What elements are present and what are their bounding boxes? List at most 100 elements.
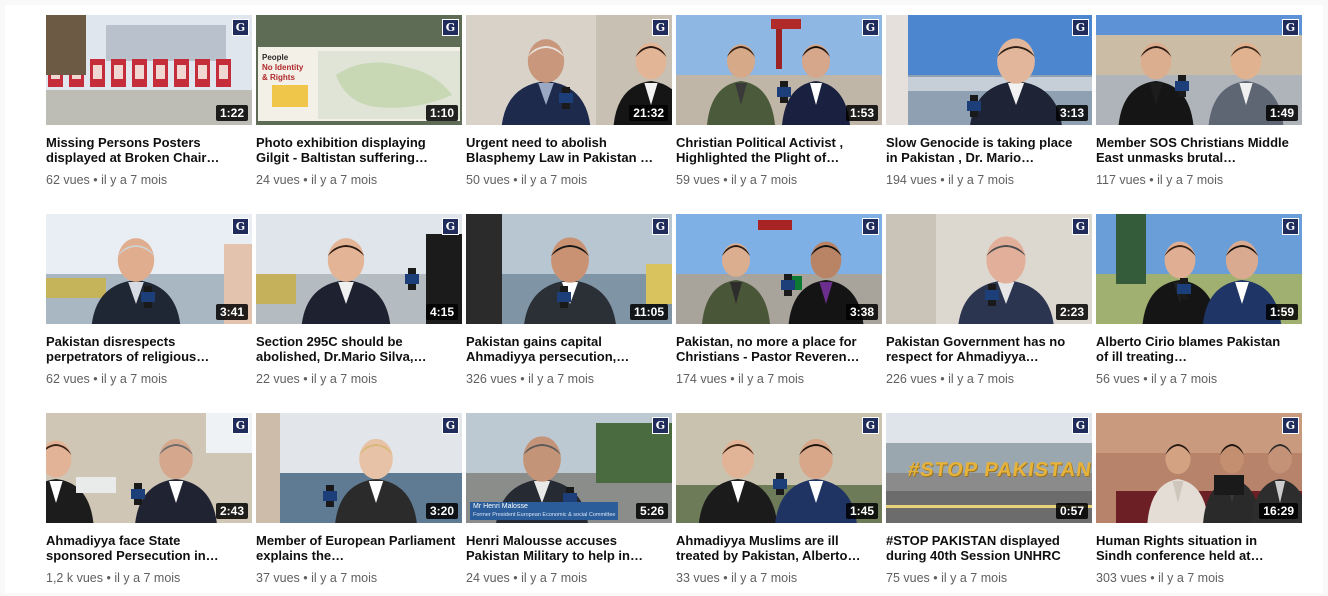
microphone-flag xyxy=(781,280,795,290)
video-meta: 24 vues • il y a 7 mois xyxy=(256,173,378,187)
video-thumbnail[interactable]: G 1:22 xyxy=(46,15,252,125)
video-title[interactable]: Photo exhibition displaying Gilgit - Bal… xyxy=(256,135,456,165)
flowers xyxy=(256,274,296,304)
video-card-1[interactable]: G 1:22 Missing Persons Posters displayed… xyxy=(46,15,252,198)
duration-badge: 1:22 xyxy=(215,105,248,121)
video-thumbnail[interactable]: G 2:23 xyxy=(886,214,1092,324)
person-head xyxy=(997,38,1035,84)
view-count: 326 vues xyxy=(466,372,517,386)
video-thumbnail[interactable]: G 5:26 Mr Henri Malosse Former President … xyxy=(466,413,672,523)
video-thumbnail[interactable]: G 16:29 xyxy=(1096,413,1302,523)
person-head xyxy=(117,238,155,282)
video-thumbnail[interactable]: G 21:32 xyxy=(466,15,672,125)
video-card-4[interactable]: G 1:53 Christian Political Activist , Hi… xyxy=(676,15,882,198)
upload-age: il y a 7 mois xyxy=(101,173,168,187)
video-thumbnail[interactable]: G 3:41 xyxy=(46,214,252,324)
video-title[interactable]: Pakistan Government has no respect for A… xyxy=(886,334,1086,364)
view-count: 24 vues xyxy=(466,571,510,585)
video-card-2[interactable]: G 1:10 People No Identity & Rights Photo e… xyxy=(256,15,462,198)
view-count: 62 vues xyxy=(46,173,90,187)
upload-age: il y a 7 mois xyxy=(731,173,798,187)
video-title[interactable]: Ahmadiyya face State sponsored Persecuti… xyxy=(46,533,246,563)
video-title[interactable]: Member SOS Christians Middle East unmask… xyxy=(1096,135,1296,165)
channel-logo-icon: G xyxy=(442,417,459,434)
video-card-12[interactable]: G 1:59 Alberto Cirio blames Pakistan of … xyxy=(1096,214,1302,397)
microphone-flag xyxy=(131,489,145,499)
video-title[interactable]: Human Rights situation in Sindh conferen… xyxy=(1096,533,1296,563)
duration-badge: 3:13 xyxy=(1055,105,1088,121)
microphone-flag xyxy=(557,292,571,302)
view-count: 62 vues xyxy=(46,372,90,386)
duration-badge: 21:32 xyxy=(629,105,668,121)
video-meta: 62 vues • il y a 7 mois xyxy=(46,372,168,386)
upload-age: il y a 7 mois xyxy=(311,173,378,187)
video-thumbnail[interactable]: G 1:53 xyxy=(676,15,882,125)
person-head xyxy=(1164,241,1196,279)
video-thumbnail[interactable]: G 1:59 xyxy=(1096,214,1302,324)
buildings xyxy=(1096,35,1302,75)
video-thumbnail[interactable]: G 3:20 xyxy=(256,413,462,523)
video-thumbnail[interactable]: G 4:15 xyxy=(256,214,462,324)
video-title[interactable]: Slow Genocide is taking place in Pakista… xyxy=(886,135,1086,165)
microphone-flag xyxy=(141,292,155,302)
video-card-18[interactable]: G 16:29 Human Rights situation in Sindh … xyxy=(1096,413,1302,596)
microphone-flag xyxy=(777,87,791,97)
duration-badge: 3:38 xyxy=(845,304,878,320)
video-card-15[interactable]: G 5:26 Mr Henri Malosse Former President … xyxy=(466,413,672,596)
video-meta: 1,2 k vues • il y a 7 mois xyxy=(46,571,181,585)
video-meta: 62 vues • il y a 7 mois xyxy=(46,173,168,187)
video-thumbnail[interactable]: G 3:38 xyxy=(676,214,882,324)
view-count: 1,2 k vues xyxy=(46,571,103,585)
upload-age: il y a 7 mois xyxy=(1158,571,1225,585)
video-card-3[interactable]: G 21:32 Urgent need to abolish Blasphemy… xyxy=(466,15,672,198)
laptop xyxy=(1214,475,1244,495)
caption-role: Former President European Economic & soc… xyxy=(473,512,616,518)
video-card-11[interactable]: G 2:23 Pakistan Government has no respec… xyxy=(886,214,1092,397)
channel-logo-icon: G xyxy=(1282,218,1299,235)
video-thumbnail[interactable]: G 1:10 People No Identity & Rights xyxy=(256,15,462,125)
video-card-6[interactable]: G 1:49 Member SOS Christians Middle East… xyxy=(1096,15,1302,198)
video-card-10[interactable]: G 3:38 Pakistan, no more a place for Chr… xyxy=(676,214,882,397)
video-thumbnail[interactable]: G 11:05 xyxy=(466,214,672,324)
caption-name: Mr Henri Malosse xyxy=(473,503,528,510)
duration-badge: 1:49 xyxy=(1265,105,1298,121)
video-thumbnail[interactable]: G 3:13 xyxy=(886,15,1092,125)
video-card-7[interactable]: G 3:41 Pakistan disrespects perpetrators… xyxy=(46,214,252,397)
video-title[interactable]: Member of European Parliament explains t… xyxy=(256,533,456,563)
video-title[interactable]: Urgent need to abolish Blasphemy Law in … xyxy=(466,135,666,165)
video-title[interactable]: Ahmadiyya Muslims are ill treated by Pak… xyxy=(676,533,876,563)
video-title[interactable]: Pakistan, no more a place for Christians… xyxy=(676,334,876,364)
person-head xyxy=(810,241,842,279)
video-thumbnail[interactable]: G 2:43 xyxy=(46,413,252,523)
video-card-8[interactable]: G 4:15 Section 295C should be abolished,… xyxy=(256,214,462,397)
video-title[interactable]: Section 295C should be abolished, Dr.Mar… xyxy=(256,334,456,364)
channel-logo-icon: G xyxy=(232,19,249,36)
video-thumbnail[interactable]: G 1:49 xyxy=(1096,15,1302,125)
view-count: 117 vues xyxy=(1096,173,1146,187)
video-card-16[interactable]: G 1:45 Ahmadiyya Muslims are ill treated… xyxy=(676,413,882,596)
flowers xyxy=(646,264,672,304)
duration-badge: 2:43 xyxy=(215,503,248,519)
video-thumbnail[interactable]: G 0:57 #STOP PAKISTAN xyxy=(886,413,1092,523)
microphone-flag xyxy=(985,290,999,300)
video-card-14[interactable]: G 3:20 Member of European Parliament exp… xyxy=(256,413,462,596)
video-title[interactable]: Christian Political Activist , Highlight… xyxy=(676,135,876,165)
upload-age: il y a 7 mois xyxy=(738,372,805,386)
video-title[interactable]: Pakistan disrespects perpetrators of rel… xyxy=(46,334,246,364)
video-thumbnail[interactable]: G 1:45 xyxy=(676,413,882,523)
video-title[interactable]: Alberto Cirio blames Pakistan of ill tre… xyxy=(1096,334,1296,364)
video-title[interactable]: Pakistan gains capital Ahmadiyya persecu… xyxy=(466,334,666,364)
channel-logo-icon: G xyxy=(232,218,249,235)
channel-logo-icon: G xyxy=(862,417,879,434)
video-card-5[interactable]: G 3:13 Slow Genocide is taking place in … xyxy=(886,15,1092,198)
building xyxy=(106,25,226,61)
video-card-9[interactable]: G 11:05 Pakistan gains capital Ahmadiyya… xyxy=(466,214,672,397)
person-head xyxy=(1230,42,1262,80)
video-title[interactable]: #STOP PAKISTAN displayed during 40th Ses… xyxy=(886,533,1086,563)
video-title[interactable]: Missing Persons Posters displayed at Bro… xyxy=(46,135,246,165)
video-card-17[interactable]: G 0:57 #STOP PAKISTAN #STOP PAKISTAN dis… xyxy=(886,413,1092,596)
video-card-13[interactable]: G 2:43 Ahmadiyya face State sponsored Pe… xyxy=(46,413,252,596)
video-title[interactable]: Henri Malousse accuses Pakistan Military… xyxy=(466,533,666,563)
interviewer xyxy=(886,15,908,125)
view-count: 33 vues xyxy=(676,571,720,585)
